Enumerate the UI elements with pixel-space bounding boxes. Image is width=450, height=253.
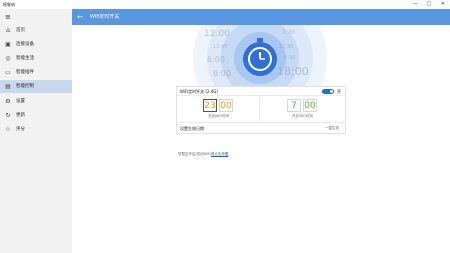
sidebar-item-smart-control[interactable]: ▤ 智能控制 [0, 80, 72, 93]
page-header: ← Wifi定时开关 [72, 9, 450, 25]
sidebar-item-label: 智能控制 [16, 84, 34, 89]
refresh-icon: ↻ [5, 112, 11, 119]
ghost-time: 9:00 [213, 69, 231, 78]
star-icon: ☆ [5, 126, 11, 133]
back-arrow-icon[interactable]: ← [76, 9, 84, 25]
gear-icon: ⚙ [5, 98, 11, 105]
ghost-time: 18:00 [277, 65, 309, 78]
hamburger-icon[interactable]: ≡ [5, 13, 13, 21]
wifi-timer-card: WiFi定时开关 (2.4G) 开 23 00 关闭WiFi时间 7 00 开启… [176, 86, 346, 134]
sidebar: ≡ ⌂ 首页 ▣ 连接设备 ◎ 智能生活 ▭ 智能插件 ▤ 智能控制 ⚙ 设置 … [0, 9, 72, 253]
repeat-setting-row[interactable]: 设置生效日期 一直生效 [177, 122, 345, 134]
footer-note-text: 您暂定开启/关闭WiFi [178, 152, 211, 156]
sidebar-item-rate[interactable]: ☆ 评分 [0, 123, 72, 136]
wifi-timer-toggle[interactable] [322, 89, 334, 94]
close-button[interactable]: ✕ [436, 0, 450, 9]
footer-settings-link[interactable]: 请点击设置 [211, 152, 229, 156]
sidebar-item-label: 设置 [16, 99, 25, 104]
ghost-time: 5:30 [284, 55, 296, 61]
sidebar-item-devices[interactable]: ▣ 连接设备 [0, 38, 72, 51]
page-title: Wifi定时开关 [90, 14, 120, 20]
wifi-timer-header: WiFi定时开关 (2.4G) 开 [177, 87, 345, 96]
sidebar-item-label: 首页 [16, 28, 25, 33]
sidebar-item-smart-life[interactable]: ◎ 智能生活 [0, 52, 72, 65]
repeat-value[interactable]: 一直生效 [325, 123, 339, 134]
off-time-box[interactable]: 23 00 关闭WiFi时间 [177, 97, 260, 121]
sidebar-item-plugin[interactable]: ▭ 智能插件 [0, 66, 72, 79]
home-icon: ⌂ [6, 27, 10, 34]
toggle-state-label: 开 [337, 89, 341, 94]
maximize-button[interactable]: □ [422, 0, 436, 9]
sidebar-item-home[interactable]: ⌂ 首页 [0, 24, 72, 37]
bulb-icon: ◎ [5, 55, 11, 62]
devices-icon: ▣ [5, 41, 11, 48]
sidebar-item-label: 智能生活 [16, 56, 34, 61]
control-icon: ▤ [5, 83, 11, 90]
sidebar-item-update[interactable]: ↻ 更新 [0, 109, 72, 122]
on-minute-digit[interactable]: 00 [303, 99, 317, 112]
minimize-button[interactable]: — [408, 0, 422, 9]
ghost-time: 12:00 [204, 29, 230, 39]
ghost-time: 7:30 [282, 29, 296, 36]
sidebar-item-label: 连接设备 [16, 42, 34, 47]
app-window: 格鲁纳 — □ ✕ ≡ ⌂ 首页 ▣ 连接设备 ◎ 智能生活 ▭ 智能插件 ▤ … [0, 0, 450, 253]
wifi-timer-title: WiFi定时开关 (2.4G) [180, 89, 218, 94]
title-bar: 格鲁纳 — □ ✕ [0, 0, 450, 9]
on-hour-digit[interactable]: 7 [287, 99, 301, 112]
sidebar-item-label: 评分 [16, 127, 25, 132]
plugin-icon: ▭ [5, 69, 11, 76]
sidebar-item-settings[interactable]: ⚙ 设置 [0, 95, 72, 108]
on-time-box[interactable]: 7 00 开启WiFi时间 [261, 97, 344, 121]
ghost-time: 12:30 [279, 44, 294, 50]
ghost-time: 6:00 [207, 55, 225, 64]
clock-decoration: 12:00 7:30 13:45 6:00 12:30 5:30 9:00 18… [180, 25, 340, 87]
ghost-time: 13:45 [213, 44, 228, 50]
off-time-caption: 关闭WiFi时间 [207, 114, 230, 118]
repeat-label: 设置生效日期 [180, 126, 204, 131]
on-time-caption: 开启WiFi时间 [291, 114, 314, 118]
sidebar-item-label: 智能插件 [16, 70, 34, 75]
off-minute-digit[interactable]: 00 [219, 99, 233, 112]
app-title: 格鲁纳 [3, 2, 15, 7]
stopwatch-icon [243, 38, 277, 76]
footer-note: 您暂定开启/关闭WiFi请点击设置 [178, 152, 228, 157]
sidebar-item-label: 更新 [16, 113, 25, 118]
off-hour-digit[interactable]: 23 [203, 99, 217, 112]
